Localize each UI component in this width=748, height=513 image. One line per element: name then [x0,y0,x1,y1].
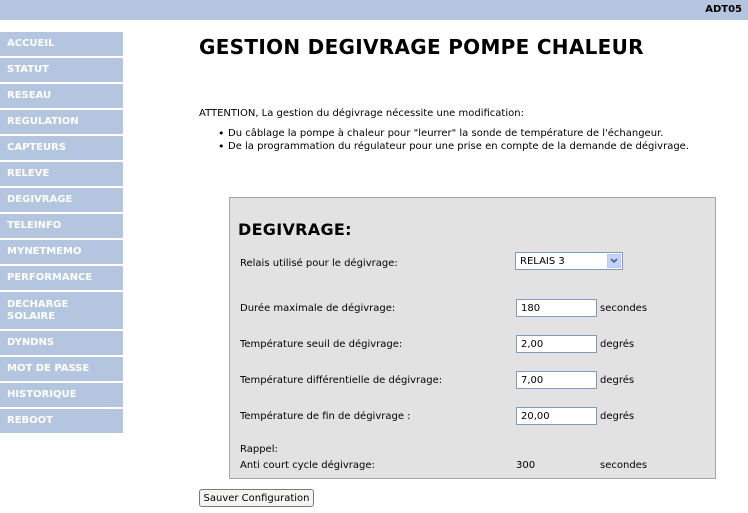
anti-cycle-label: Anti court cycle dégivrage: [240,460,375,471]
sidebar-item-reboot[interactable]: REBOOT [0,409,123,433]
threshold-temp-input[interactable] [516,335,597,353]
end-temp-unit: degrés [600,411,635,422]
threshold-temp-unit: degrés [600,339,635,350]
sidebar-item-performance[interactable]: PERFORMANCE [0,266,123,290]
page-title: GESTION DEGIVRAGE POMPE CHALEUR [199,35,644,59]
max-duration-unit: secondes [600,303,648,314]
end-temp-input[interactable] [516,407,597,425]
sidebar-item-reseau[interactable]: RESEAU [0,84,123,108]
attention-text: ATTENTION, La gestion du dégivrage néces… [199,108,524,119]
relay-label: Relais utilisé pour le dégivrage: [240,258,398,269]
sidebar-item-degivrage[interactable]: DEGIVRAGE [0,188,123,212]
top-bar: ADT05 [0,0,748,20]
sidebar: ACCUEIL STATUT RESEAU REGULATION CAPTEUR… [0,32,123,435]
max-duration-label: Durée maximale de dégivrage: [240,303,396,314]
save-config-button[interactable]: Sauver Configuration [199,489,314,507]
sidebar-item-mynetmemo[interactable]: MYNETMEMO [0,240,123,264]
threshold-temp-label: Température seuil de dégivrage: [240,339,403,350]
anti-cycle-unit: secondes [600,460,648,471]
chevron-down-icon[interactable] [607,254,621,268]
sidebar-item-capteurs[interactable]: CAPTEURS [0,136,123,160]
sidebar-item-mot-de-passe[interactable]: MOT DE PASSE [0,357,123,381]
bullet-item: Du câblage la pompe à chaleur pour "leur… [218,127,689,140]
diff-temp-unit: degrés [600,375,635,386]
relay-select[interactable]: RELAIS 3 [515,252,623,270]
sidebar-item-dyndns[interactable]: DYNDNS [0,331,123,355]
sidebar-item-decharge-solaire[interactable]: DECHARGE SOLAIRE [0,292,123,329]
device-name: ADT05 [705,4,742,15]
reminder-label: Rappel: [240,444,278,455]
max-duration-input[interactable] [516,299,597,317]
sidebar-item-teleinfo[interactable]: TELEINFO [0,214,123,238]
diff-temp-input[interactable] [516,371,597,389]
sidebar-item-releve[interactable]: RELEVE [0,162,123,186]
bullet-list: Du câblage la pompe à chaleur pour "leur… [218,127,689,153]
panel-title: DEGIVRAGE: [238,220,352,239]
sidebar-item-historique[interactable]: HISTORIQUE [0,383,123,407]
diff-temp-label: Température différentielle de dégivrage: [240,375,443,386]
end-temp-label: Température de fin de dégivrage : [240,411,411,422]
intro-text: ATTENTION, La gestion du dégivrage néces… [199,108,689,154]
sidebar-item-regulation[interactable]: REGULATION [0,110,123,134]
anti-cycle-value: 300 [516,460,536,471]
sidebar-item-accueil[interactable]: ACCUEIL [0,32,123,56]
relay-select-value: RELAIS 3 [520,256,565,267]
bullet-item: De la programmation du régulateur pour u… [218,140,689,153]
sidebar-item-statut[interactable]: STATUT [0,58,123,82]
degivrage-panel: DEGIVRAGE: Relais utilisé pour le dégivr… [229,197,716,479]
